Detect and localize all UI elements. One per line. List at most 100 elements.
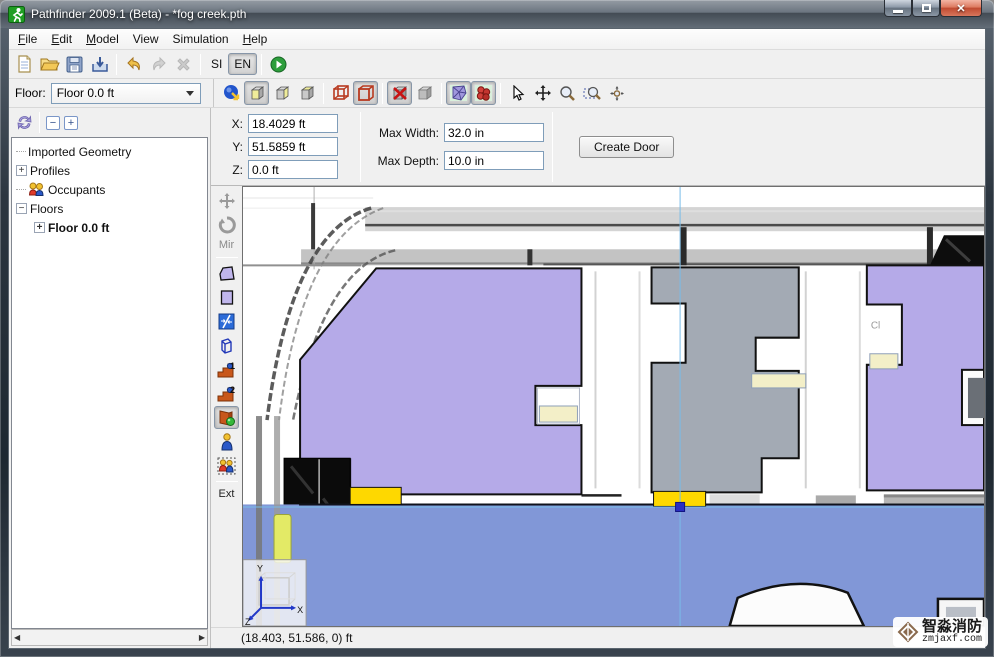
rotate-tool-button[interactable] [214,213,239,236]
orthographic-view-button[interactable] [353,81,378,105]
tree-item-imported-geometry[interactable]: Imported Geometry [16,142,207,161]
polygon-tool-icon [218,265,236,282]
maximize-button[interactable] [912,0,940,17]
running-man-icon [8,6,25,23]
expand-all-button[interactable]: + [64,116,78,130]
export-button[interactable] [87,52,112,76]
split-tool-icon [218,313,235,330]
show-occupants-button[interactable] [471,81,496,105]
toolbar-separator [200,54,201,75]
max-width-input[interactable] [444,123,544,142]
minimize-button[interactable] [884,0,912,17]
menu-view[interactable]: View [126,30,166,48]
toolbar-separator [382,83,383,104]
open-file-button[interactable] [37,52,62,76]
move-tool-icon [218,192,236,210]
axis-gizmo: Y X Z [243,560,306,626]
expand-icon[interactable]: + [16,165,27,176]
model-tree[interactable]: Imported Geometry + Profiles [11,137,208,629]
pan-tool-button[interactable] [530,81,555,105]
app-window: Pathfinder 2009.1 (Beta) - *fog creek.pt… [0,0,994,657]
menu-file[interactable]: File [11,30,44,48]
refresh-tree-button[interactable] [13,112,35,134]
occupant-group-tool-button[interactable] [214,454,239,477]
menu-edit[interactable]: Edit [44,30,79,48]
occupant-tool-button[interactable] [214,430,239,453]
max-width-label: Max Width: [369,126,439,140]
show-geometry-button[interactable] [412,81,437,105]
zoom-box-icon [583,85,602,102]
show-navmesh-button[interactable] [446,81,471,105]
extrude-tool-button[interactable] [214,334,239,357]
tree-item-profiles[interactable]: + Profiles [16,161,207,180]
new-file-button[interactable] [12,52,37,76]
view-top-button[interactable] [244,81,269,105]
zoom-box-tool-button[interactable] [580,81,605,105]
en-units-button[interactable]: EN [228,53,257,75]
si-units-button[interactable]: SI [205,53,228,75]
stairs-one-tool-button[interactable]: 1 [214,358,239,381]
select-arrow-icon [511,85,525,102]
rotate-tool-icon [218,216,236,234]
scroll-right-icon[interactable]: ▶ [199,633,205,642]
zoom-tool-button[interactable] [555,81,580,105]
window-title: Pathfinder 2009.1 (Beta) - *fog creek.pt… [31,7,246,21]
rectangle-room-tool-button[interactable] [214,286,239,309]
occupant-tool-icon [220,433,234,451]
view-side-button[interactable] [294,81,319,105]
run-simulation-button[interactable] [266,52,291,76]
toolbar-separator [500,83,501,104]
door-tool-button[interactable] [214,406,239,429]
polygon-room-tool-button[interactable] [214,262,239,285]
floor-dropdown[interactable]: Floor 0.0 ft [51,83,201,104]
title-bar[interactable]: Pathfinder 2009.1 (Beta) - *fog creek.pt… [0,0,994,28]
tree-item-floors[interactable]: − Floors [16,199,207,218]
corridor-blue[interactable] [243,504,984,626]
menu-model[interactable]: Model [79,30,126,48]
view-cube-c-icon [298,84,316,102]
move-tool-button[interactable] [214,189,239,212]
property-separator [360,112,361,182]
max-depth-input[interactable] [444,151,544,170]
tree-item-occupants[interactable]: Occupants [16,180,207,199]
door-left[interactable] [350,487,401,504]
mirror-tool-button[interactable]: Mir [219,239,234,251]
stairs-two-tool-button[interactable]: 2 [214,382,239,405]
toolbar-separator [441,83,442,104]
tree-item-label: Profiles [30,164,70,178]
floorplan-drawing[interactable]: Cl [243,187,984,626]
x-input[interactable] [248,114,338,133]
orbit-icon [223,84,241,102]
save-button[interactable] [62,52,87,76]
ext-tool-button[interactable]: Ext [219,488,235,500]
expand-icon[interactable]: + [34,222,45,233]
extrude-tool-icon [218,337,235,355]
tree-item-label: Floors [30,202,63,216]
delete-button[interactable] [171,52,196,76]
scroll-left-icon[interactable]: ◀ [14,633,20,642]
collapse-all-button[interactable]: − [46,116,60,130]
create-door-button[interactable]: Create Door [579,136,674,158]
collapse-icon[interactable]: − [16,203,27,214]
underlay-yellow-object [274,514,291,562]
redo-button[interactable] [146,52,171,76]
z-input[interactable] [248,160,338,179]
perspective-view-button[interactable] [328,81,353,105]
zoom-point-tool-button[interactable] [605,81,630,105]
y-input[interactable] [248,137,338,156]
orbit-view-button[interactable] [219,81,244,105]
close-button[interactable]: ✕ [940,0,982,17]
floorplan-canvas[interactable]: Cl [242,186,985,627]
undo-button[interactable] [121,52,146,76]
tree-horizontal-scrollbar[interactable]: ◀ ▶ [11,629,208,646]
selection-point[interactable] [676,502,685,511]
menu-help[interactable]: Help [236,30,275,48]
split-tool-button[interactable] [214,310,239,333]
tree-item-floor-0[interactable]: + Floor 0.0 ft [16,218,207,237]
select-tool-button[interactable] [505,81,530,105]
menu-simulation[interactable]: Simulation [166,30,236,48]
rectangle-tool-icon [219,289,235,306]
view-front-button[interactable] [269,81,294,105]
hide-geometry-button[interactable] [387,81,412,105]
show-geometry-icon [416,84,434,102]
